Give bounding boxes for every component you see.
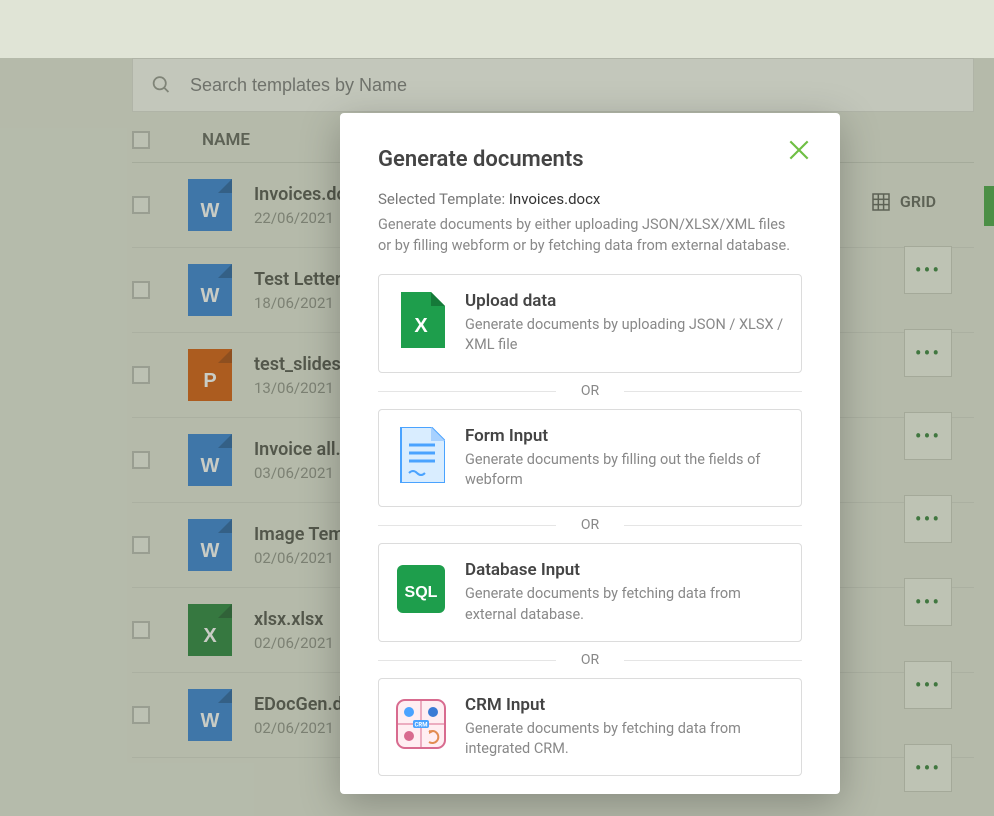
option-icon: X (395, 291, 447, 349)
search-icon (151, 74, 172, 96)
row-actions-button[interactable]: ••• (904, 495, 952, 543)
option-title: Upload data (465, 291, 785, 311)
svg-text:X: X (414, 315, 428, 337)
or-separator: OR (378, 652, 802, 668)
crm-input-option[interactable]: CRM CRM Input Generate documents by fetc… (378, 678, 802, 777)
grid-icon (872, 193, 890, 211)
file-icon: W (188, 519, 232, 571)
database-input-option[interactable]: SQL Database Input Generate documents by… (378, 543, 802, 642)
generate-documents-modal: Generate documents Selected Template: In… (340, 113, 840, 794)
row-checkbox[interactable] (132, 196, 150, 214)
row-checkbox[interactable] (132, 706, 150, 724)
option-desc: Generate documents by filling out the fi… (465, 450, 785, 491)
row-checkbox[interactable] (132, 366, 150, 384)
row-checkbox[interactable] (132, 281, 150, 299)
file-icon: W (188, 434, 232, 486)
column-name[interactable]: NAME (202, 130, 250, 150)
row-checkbox[interactable] (132, 451, 150, 469)
file-date: 02/06/2021 (254, 634, 334, 652)
file-icon: P (188, 349, 232, 401)
svg-text:CRM: CRM (414, 721, 427, 728)
row-actions-button[interactable]: ••• (904, 578, 952, 626)
form-input-option[interactable]: Form Input Generate documents by filling… (378, 409, 802, 508)
modal-description: Generate documents by either uploading J… (378, 214, 802, 256)
option-title: Form Input (465, 426, 785, 446)
modal-title: Generate documents (378, 147, 802, 172)
upload-data-option[interactable]: X Upload data Generate documents by uplo… (378, 274, 802, 373)
option-icon (395, 426, 447, 484)
option-icon: SQL (395, 560, 447, 618)
side-accent (984, 186, 994, 226)
row-actions-button[interactable]: ••• (904, 246, 952, 294)
option-desc: Generate documents by fetching data from… (465, 584, 785, 625)
select-all-checkbox[interactable] (132, 131, 150, 149)
file-icon: W (188, 264, 232, 316)
search-bar[interactable] (132, 58, 974, 112)
grid-label: GRID (900, 192, 936, 211)
option-desc: Generate documents by uploading JSON / X… (465, 315, 785, 356)
close-button[interactable] (786, 137, 812, 167)
row-actions-button[interactable]: ••• (904, 661, 952, 709)
option-title: Database Input (465, 560, 785, 580)
file-icon: X (188, 604, 232, 656)
row-checkbox[interactable] (132, 536, 150, 554)
option-desc: Generate documents by fetching data from… (465, 719, 785, 760)
file-icon: W (188, 179, 232, 231)
or-separator: OR (378, 383, 802, 399)
row-actions-button[interactable]: ••• (904, 412, 952, 460)
row-actions-button[interactable]: ••• (904, 744, 952, 792)
row-actions-button[interactable]: ••• (904, 329, 952, 377)
or-separator: OR (378, 517, 802, 533)
file-icon: W (188, 689, 232, 741)
search-input[interactable] (190, 75, 955, 96)
grid-view-button[interactable]: GRID (872, 192, 936, 211)
selected-template: Selected Template: Invoices.docx (378, 190, 802, 208)
svg-text:SQL: SQL (405, 584, 438, 601)
row-checkbox[interactable] (132, 621, 150, 639)
file-name: xlsx.xlsx (254, 609, 334, 630)
option-icon: CRM (395, 695, 447, 753)
option-title: CRM Input (465, 695, 785, 715)
